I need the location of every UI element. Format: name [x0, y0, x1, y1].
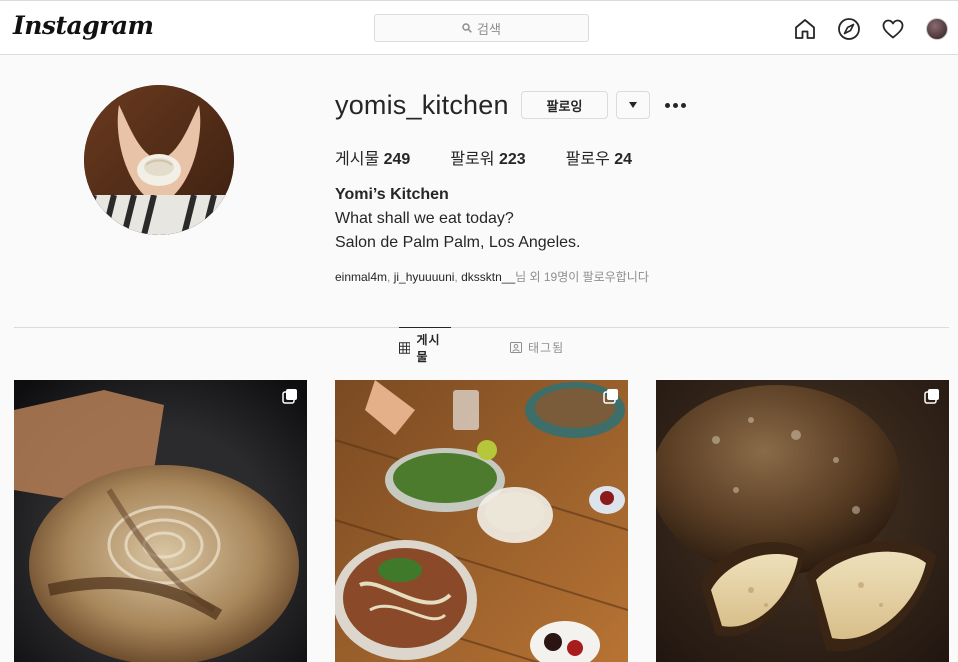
post-thumbnail[interactable]	[656, 380, 949, 662]
profile-picture	[84, 85, 234, 235]
tagged-icon	[510, 342, 522, 353]
following-count[interactable]: 팔로우 24	[566, 145, 632, 169]
following-button[interactable]: 팔로잉	[521, 91, 608, 119]
tab-tagged[interactable]: 태그됨	[510, 327, 564, 367]
post-image	[656, 380, 949, 662]
dot-icon	[664, 102, 670, 108]
followers-count[interactable]: 팔로워 223	[450, 145, 525, 169]
nav-icons	[792, 16, 950, 42]
home-button[interactable]	[792, 16, 818, 42]
post-image	[335, 380, 628, 662]
profile-bio-line: Salon de Palm Palm, Los Angeles.	[335, 234, 581, 251]
profile-button[interactable]	[924, 16, 950, 42]
multiple-photos-icon	[603, 389, 618, 404]
multiple-photos-icon	[924, 389, 939, 404]
search-input[interactable]: 검색	[374, 14, 589, 42]
profile-stats: 게시물 249 팔로워 223 팔로우 24	[335, 145, 672, 169]
more-options-button[interactable]	[661, 95, 689, 115]
mutual-follower-link[interactable]: ji_hyuuuuni	[394, 270, 455, 284]
post-thumbnail[interactable]	[335, 380, 628, 662]
tab-posts-label: 게시물	[416, 332, 441, 364]
profile-bio-line: What shall we eat today?	[335, 210, 514, 227]
search-icon	[462, 23, 472, 33]
dot-icon	[680, 102, 686, 108]
post-thumbnail[interactable]	[14, 380, 307, 662]
top-nav: Instagram 검색	[0, 0, 958, 55]
explore-icon	[838, 18, 860, 40]
tab-tagged-label: 태그됨	[528, 340, 565, 355]
search-placeholder: 검색	[477, 21, 501, 37]
tabs-divider	[14, 327, 949, 328]
explore-button[interactable]	[836, 16, 862, 42]
profile-full-name: Yomi’s Kitchen	[335, 186, 449, 203]
heart-icon	[882, 19, 904, 39]
grid-icon	[399, 341, 411, 354]
multiple-photos-icon	[282, 389, 297, 404]
mutual-follower-link[interactable]: einmal4m	[335, 270, 387, 284]
caret-down-icon	[629, 102, 637, 108]
profile-username: yomis_kitchen	[335, 90, 509, 120]
dot-icon	[672, 102, 678, 108]
instagram-logo[interactable]: Instagram	[13, 11, 154, 40]
home-icon	[795, 19, 815, 39]
activity-button[interactable]	[880, 16, 906, 42]
tab-posts[interactable]: 게시물	[399, 327, 451, 367]
suggestions-dropdown-button[interactable]	[616, 91, 650, 119]
post-image	[14, 380, 307, 662]
mutual-follower-link[interactable]: dkssktn__	[461, 270, 515, 284]
followed-by-text[interactable]: einmal4m, ji_hyuuuuni, dkssktn__님 외 19명이…	[335, 268, 649, 285]
profile-avatar	[926, 18, 948, 40]
posts-count: 게시물 249	[335, 151, 411, 168]
profile-picture-image	[84, 85, 234, 235]
